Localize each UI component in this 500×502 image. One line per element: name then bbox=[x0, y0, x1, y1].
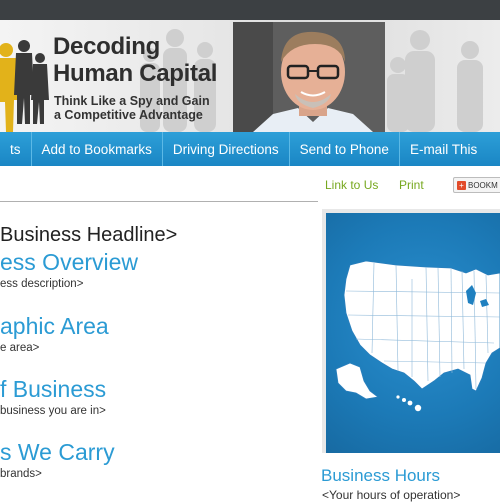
nav-item-partial[interactable]: ts bbox=[0, 132, 32, 166]
business-headline: Business Headline> bbox=[0, 224, 178, 246]
bookmark-label: BOOKM bbox=[468, 180, 498, 190]
brand-tagline: Think Like a Spy and Gain a Competitive … bbox=[54, 94, 210, 122]
us-map-graphic bbox=[335, 260, 500, 412]
business-hours-title: Business Hours bbox=[321, 466, 441, 485]
bookmark-button[interactable]: + BOOKM bbox=[453, 177, 500, 193]
author-photo bbox=[233, 22, 385, 132]
section-desc-brands: brands> bbox=[0, 468, 42, 480]
brand-title-line2: Human Capital bbox=[53, 60, 218, 87]
nav-item-driving-directions[interactable]: Driving Directions bbox=[163, 132, 290, 166]
section-desc-overview: ess description> bbox=[0, 278, 84, 290]
nav-item-add-to-bookmarks[interactable]: Add to Bookmarks bbox=[32, 132, 163, 166]
header-banner: Decoding Human Capital Think Like a Spy … bbox=[0, 20, 500, 132]
us-map[interactable] bbox=[326, 213, 500, 453]
section-title-business-type[interactable]: f Business bbox=[0, 376, 106, 403]
print-link[interactable]: Print bbox=[399, 178, 424, 192]
brand-tagline-line1: Think Like a Spy and Gain bbox=[54, 94, 210, 108]
brand-title-line1: Decoding bbox=[53, 33, 160, 60]
brand-title: Decoding Human Capital bbox=[53, 33, 217, 87]
top-bar bbox=[0, 0, 500, 20]
section-desc-business-type: business you are in> bbox=[0, 405, 106, 417]
map-panel bbox=[322, 209, 500, 453]
section-title-geographic-area[interactable]: aphic Area bbox=[0, 313, 109, 340]
brand-tagline-line2: a Competitive Advantage bbox=[54, 108, 203, 122]
nav-item-send-to-phone[interactable]: Send to Phone bbox=[290, 132, 400, 166]
main-nav: ts Add to Bookmarks Driving Directions S… bbox=[0, 132, 500, 166]
section-title-brands[interactable]: s We Carry bbox=[0, 439, 115, 466]
section-title-overview[interactable]: ess Overview bbox=[0, 249, 138, 276]
section-desc-geographic-area: e area> bbox=[0, 342, 40, 354]
plus-icon: + bbox=[457, 180, 466, 190]
link-to-us-link[interactable]: Link to Us bbox=[325, 178, 378, 192]
content-divider bbox=[0, 201, 318, 202]
nav-item-email-this[interactable]: E-mail This bbox=[400, 132, 487, 166]
